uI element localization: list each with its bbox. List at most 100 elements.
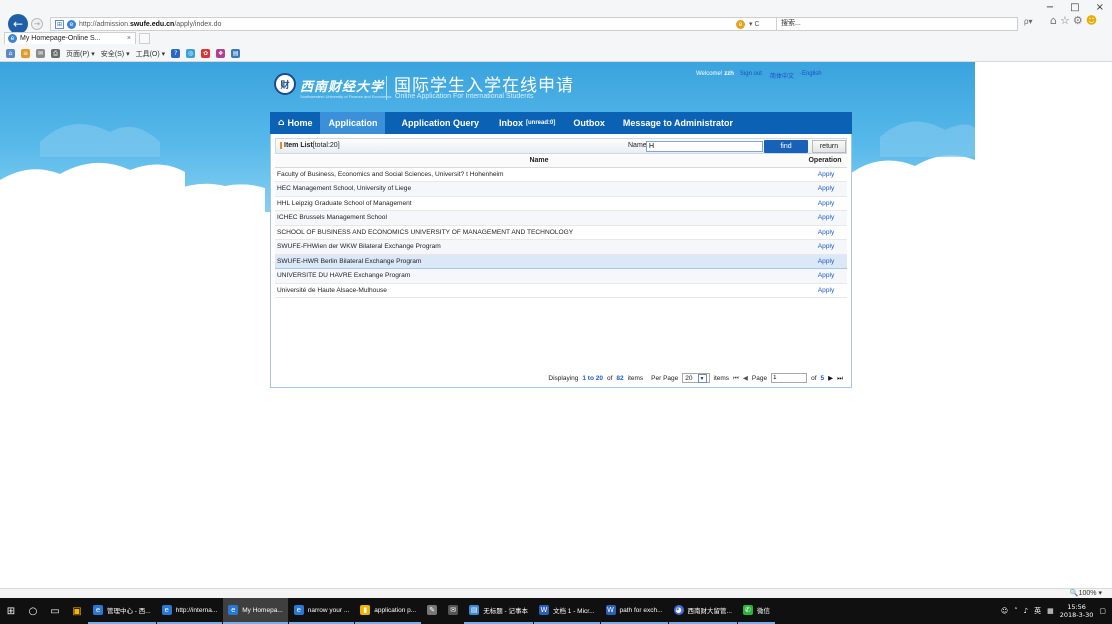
taskbar-app[interactable]: e narrow your ...: [288, 598, 355, 624]
start-button[interactable]: ⊞: [0, 598, 22, 624]
back-button[interactable]: ←: [8, 14, 28, 34]
minimize-button[interactable]: −: [1046, 2, 1054, 13]
apply-link[interactable]: Apply: [803, 210, 847, 226]
smiley-icon[interactable]: ☻: [1086, 14, 1100, 27]
program-name: Université de Haute Alsace-Mulhouse: [275, 283, 803, 298]
nav-inbox[interactable]: Inbox [unread:0]: [487, 112, 563, 134]
nav-application-query[interactable]: Application Query: [385, 112, 487, 134]
page-number-input[interactable]: [771, 373, 808, 383]
last-page-icon[interactable]: ⏭: [837, 374, 843, 383]
taskbar-app[interactable]: W 文档 1 - Micr...: [533, 598, 600, 624]
search-dropdown-icon[interactable]: ρ▾: [1024, 17, 1033, 26]
forward-button[interactable]: →: [31, 18, 43, 30]
menu-safety[interactable]: 安全(S) ▾: [101, 49, 130, 59]
mail-icon[interactable]: ✉: [36, 49, 45, 58]
search-button[interactable]: ○: [22, 598, 44, 624]
university-logo[interactable]: 财: [274, 73, 296, 95]
home-icon[interactable]: ⌂: [1050, 14, 1060, 27]
first-page-icon[interactable]: ⏮: [733, 374, 739, 383]
username: zzh: [724, 71, 734, 77]
maximize-button[interactable]: □: [1070, 2, 1079, 13]
windows-icon: ⊞: [6, 605, 16, 617]
apply-link[interactable]: Apply: [803, 253, 847, 269]
table-row-selected[interactable]: SWUFE-HWR Berlin Bilateral Exchange Prog…: [275, 253, 847, 269]
apply-link[interactable]: Apply: [803, 268, 847, 284]
lang-en-link[interactable]: ·English: [800, 71, 822, 80]
address-bar[interactable]: ⊞ e http://admission.swufe.edu.cn/apply/…: [50, 17, 812, 31]
nav-outbox[interactable]: Outbox: [563, 112, 613, 134]
taskbar-app[interactable]: ▤ 无标题 - 记事本: [464, 598, 533, 624]
site-favicon-icon: e: [67, 19, 76, 29]
taskbar-app[interactable]: Wpath for exch...: [600, 598, 668, 624]
taskbar-app[interactable]: e http://interna...: [156, 598, 223, 624]
nav-message-admin[interactable]: Message to Administrator: [613, 112, 741, 134]
table-row[interactable]: SCHOOL OF BUSINESS AND ECONOMICS UNIVERS…: [275, 225, 847, 240]
new-tab-button[interactable]: [139, 33, 150, 44]
addon-blue-icon[interactable]: ▤: [231, 49, 241, 58]
close-tab-icon[interactable]: ×: [127, 35, 131, 42]
nav-home[interactable]: ⌂ Home: [270, 112, 320, 134]
apply-link[interactable]: Apply: [803, 167, 847, 182]
print-icon[interactable]: ⎙: [51, 49, 60, 58]
menu-page[interactable]: 页面(P) ▾: [66, 49, 95, 59]
next-page-icon[interactable]: ▶: [828, 374, 833, 382]
taskbar-app[interactable]: e 管理中心 - 西...: [88, 598, 156, 624]
task-view-icon: ▭: [50, 605, 60, 617]
table-row[interactable]: Faculty of Business, Economics and Socia…: [275, 167, 847, 182]
taskbar-app[interactable]: ✆ 微信: [737, 598, 775, 624]
nav-application[interactable]: Application: [320, 112, 386, 134]
find-button[interactable]: find: [764, 140, 808, 153]
apply-link[interactable]: Apply: [803, 283, 847, 298]
people-icon[interactable]: ☺: [1001, 607, 1008, 615]
refresh-button[interactable]: ▾ C: [749, 20, 760, 28]
table-row[interactable]: HHL Leipzig Graduate School of Managemen…: [275, 196, 847, 211]
notifications-icon[interactable]: ▢: [1099, 607, 1106, 615]
gear-icon[interactable]: ⚙: [1073, 14, 1086, 27]
compatibility-view-icon[interactable]: ⊞: [55, 19, 64, 29]
name-filter-input[interactable]: [646, 141, 763, 152]
volume-icon[interactable]: ♪: [1024, 607, 1028, 615]
apply-link[interactable]: Apply: [803, 196, 847, 211]
ime-indicator[interactable]: 英: [1034, 606, 1041, 616]
table-row[interactable]: ICHEC Brussels Management School Apply: [275, 210, 847, 226]
ie-icon: e: [93, 605, 103, 615]
menu-tools[interactable]: 工具(O) ▾: [136, 49, 166, 59]
search-input[interactable]: 搜索...: [776, 17, 1018, 31]
addon-icon[interactable]: ◎: [186, 49, 196, 58]
help-icon[interactable]: ?: [171, 49, 181, 58]
apply-link[interactable]: Apply: [803, 239, 847, 255]
university-name-en: Southwestern University of Finance and E…: [300, 94, 392, 99]
star-icon[interactable]: ☆: [1060, 14, 1073, 27]
prev-page-icon[interactable]: ◀: [743, 374, 748, 382]
addon-red-icon[interactable]: ✿: [201, 49, 211, 58]
chevron-up-icon[interactable]: ˄: [1014, 607, 1018, 615]
return-button[interactable]: return: [812, 140, 846, 153]
wechat-icon: ✆: [742, 605, 753, 615]
apply-link[interactable]: Apply: [803, 225, 847, 240]
task-view-button[interactable]: ▭: [44, 598, 66, 624]
tab-my-homepage[interactable]: e My Homepage-Online S... ×: [4, 32, 136, 44]
feeds-icon[interactable]: ≡: [21, 49, 30, 58]
table-row[interactable]: UNIVERSITE DU HAVRE Exchange Program Appl…: [275, 268, 847, 284]
table-row[interactable]: SWUFE-FHWien der WKW Bilateral Exchange …: [275, 239, 847, 255]
per-page-select[interactable]: 20 ▼: [682, 373, 710, 383]
word-icon: W: [538, 605, 549, 615]
sign-out-link[interactable]: Sign out: [740, 71, 762, 80]
table-row[interactable]: HEC Management School, University of Lie…: [275, 181, 847, 197]
addon-purple-icon[interactable]: ❖: [216, 49, 226, 58]
close-window-button[interactable]: ×: [1096, 2, 1104, 13]
table-row[interactable]: Université de Haute Alsace-Mulhouse Apply: [275, 283, 847, 298]
search-provider-icon[interactable]: e: [736, 19, 745, 29]
taskbar-app[interactable]: ✎: [422, 598, 442, 624]
taskbar-app[interactable]: ◕ 西南财大留管...: [668, 598, 737, 624]
taskbar-app-active[interactable]: e My Homepa...: [223, 598, 288, 624]
home-page-icon[interactable]: ⌂: [6, 49, 15, 58]
clock[interactable]: 15:56 2018-3-30: [1060, 603, 1094, 619]
store-button[interactable]: ▣: [66, 598, 88, 624]
taskbar-app[interactable]: ▮ application p...: [355, 598, 422, 624]
zoom-level[interactable]: 🔍100% ▾: [1070, 589, 1102, 597]
ime-mode-icon[interactable]: ▦: [1047, 607, 1054, 615]
lang-cn-link[interactable]: ·简体中文: [768, 71, 794, 80]
apply-link[interactable]: Apply: [803, 181, 847, 197]
taskbar-app[interactable]: ✉: [443, 598, 463, 624]
